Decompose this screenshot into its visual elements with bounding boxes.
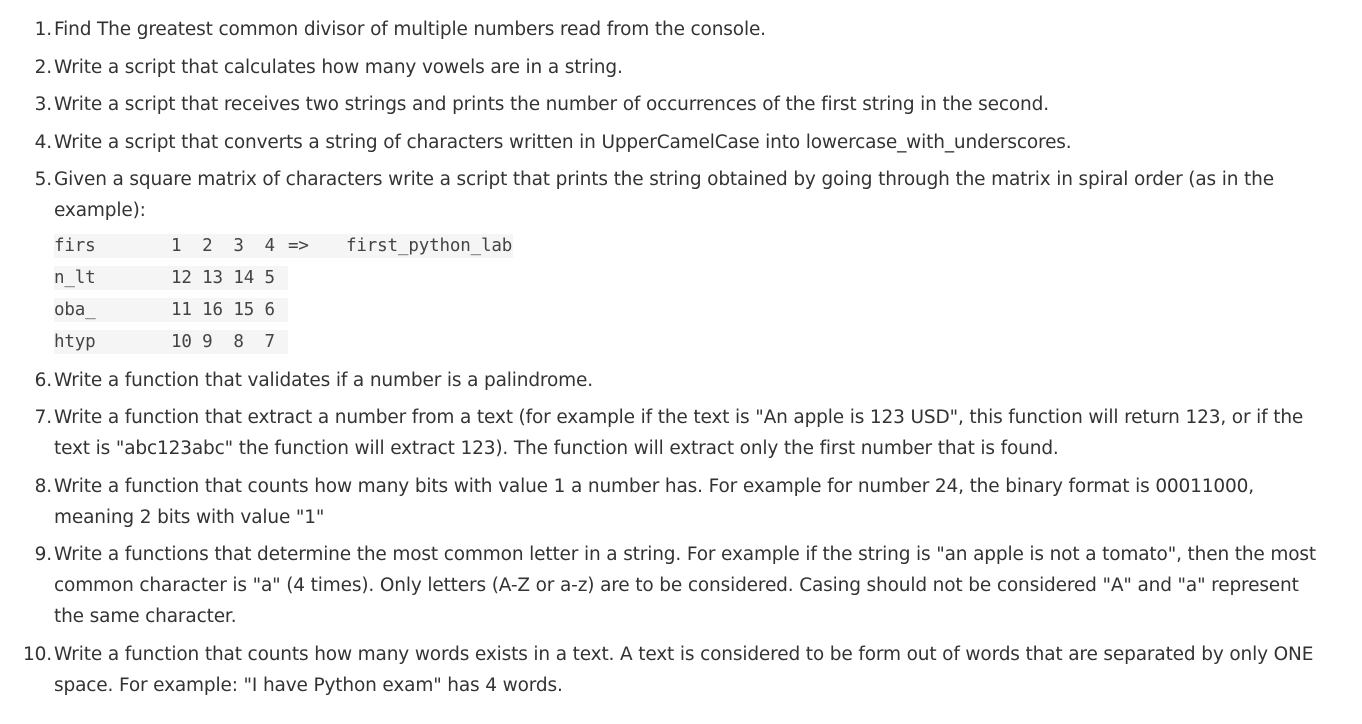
exercise-list: 1. Find The greatest common divisor of m… — [0, 0, 1362, 701]
code-row: firs 1 2 3 4 => first_python_lab — [54, 230, 1332, 262]
exercise-text: Write a function that counts how many bi… — [54, 475, 1255, 528]
code-matrix-order: 12 13 14 5 — [171, 266, 288, 290]
code-matrix-order: 10 9 8 7 — [171, 330, 288, 354]
exercise-item-1: 1. Find The greatest common divisor of m… — [35, 14, 1332, 45]
exercise-number: 9. — [34, 544, 53, 565]
exercise-number: 8. — [34, 475, 53, 497]
exercise-item-9: 9. Write a functions that determine the … — [35, 539, 1332, 632]
exercise-number: 3. — [34, 94, 53, 115]
spiral-example-code-block: firs 1 2 3 4 => first_python_lab n_lt 12… — [54, 230, 1332, 358]
exercise-number: 4. — [34, 131, 53, 153]
code-row: htyp 10 9 8 7 — [54, 326, 1332, 358]
exercise-item-6: 6. Write a function that validates if a … — [35, 365, 1332, 396]
exercise-number: 5. — [34, 169, 53, 190]
exercise-number: 10. — [23, 643, 52, 665]
code-row: n_lt 12 13 14 5 — [54, 262, 1332, 294]
exercise-item-2: 2. Write a script that calculates how ma… — [35, 52, 1332, 83]
code-result: first_python_lab — [346, 234, 514, 258]
code-row: oba_ 11 16 15 6 — [54, 294, 1332, 326]
exercise-item-8: 8. Write a function that counts how many… — [35, 471, 1332, 533]
exercise-text: Write a script that receives two strings… — [54, 94, 1049, 115]
exercise-text: Given a square matrix of characters writ… — [54, 169, 1274, 221]
code-matrix-word: htyp — [54, 330, 171, 354]
exercise-number: 1. — [34, 19, 53, 40]
code-matrix-word: n_lt — [54, 266, 171, 290]
exercise-number: 2. — [34, 56, 53, 78]
code-matrix-order: 11 16 15 6 — [171, 298, 288, 322]
exercise-text: Write a function that counts how many wo… — [54, 643, 1314, 696]
code-matrix-word: oba_ — [54, 298, 171, 322]
exercise-item-5: 5. Given a square matrix of characters w… — [35, 164, 1332, 358]
exercise-text: Write a script that converts a string of… — [54, 131, 1072, 153]
exercise-item-7: 7. Write a function that extract a numbe… — [35, 402, 1332, 464]
exercise-item-10: 10. Write a function that counts how man… — [23, 639, 1332, 701]
code-matrix-word: firs — [54, 234, 171, 258]
exercise-number: 7. — [34, 407, 53, 428]
exercise-text: Write a script that calculates how many … — [54, 56, 623, 78]
exercise-item-3: 3. Write a script that receives two stri… — [35, 89, 1332, 120]
exercise-item-4: 4. Write a script that converts a string… — [35, 127, 1332, 158]
exercise-text: Write a function that extract a number f… — [54, 407, 1304, 459]
code-arrow: => — [288, 234, 346, 258]
code-matrix-order: 1 2 3 4 — [171, 234, 288, 258]
exercise-text: Write a function that validates if a num… — [54, 369, 593, 391]
exercise-text: Write a functions that determine the mos… — [54, 544, 1317, 627]
exercise-text: Find The greatest common divisor of mult… — [54, 19, 766, 40]
exercise-number: 6. — [34, 369, 53, 391]
